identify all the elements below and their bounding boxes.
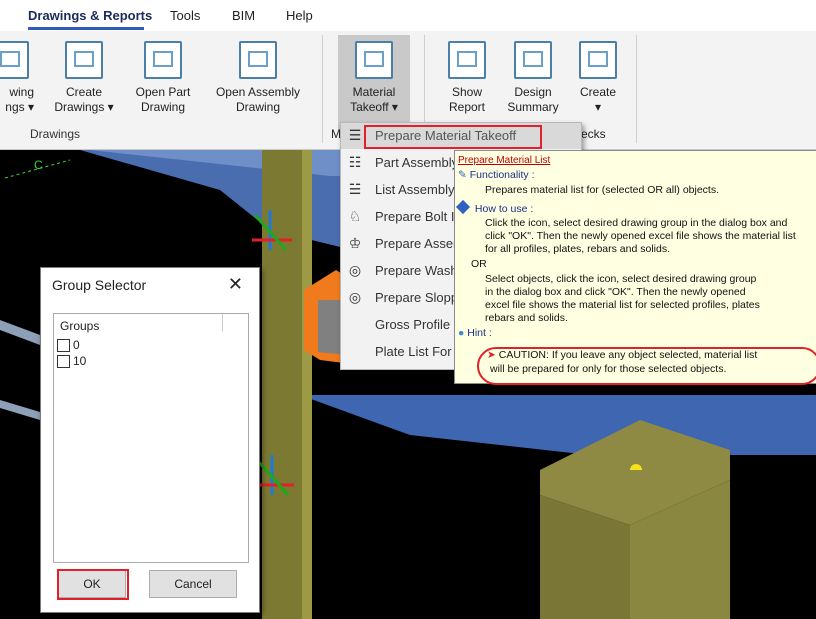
create-drawings-button[interactable]: Create Drawings ▾: [46, 41, 122, 115]
material-takeoff-icon: [355, 41, 393, 79]
show-report-button[interactable]: Show Report: [436, 41, 498, 115]
group-item[interactable]: 10: [57, 354, 86, 369]
assembly-icon: ♔: [348, 235, 362, 251]
group-item[interactable]: 0: [57, 338, 80, 353]
group-label-drawings: Drawings: [30, 127, 81, 141]
bolt-icon: ♘: [348, 208, 362, 224]
drawing-icon: [0, 41, 29, 79]
tab-drawings-reports[interactable]: Drawings & Reports: [28, 8, 152, 23]
tab-help[interactable]: Help: [286, 8, 313, 23]
close-icon[interactable]: ✕: [228, 274, 243, 295]
open-part-drawing-icon: [144, 41, 182, 79]
side-beam: [0, 320, 40, 345]
washer-icon: ◎: [348, 262, 362, 278]
hint-row: ● Hint :: [458, 327, 492, 339]
highlight-box: [364, 125, 542, 149]
tooltip-title: Prepare Material List: [458, 155, 551, 166]
caution-highlight: [477, 347, 816, 385]
list-assembly-icon: ☱: [348, 181, 362, 197]
tab-tools[interactable]: Tools: [170, 8, 200, 23]
checkbox[interactable]: [57, 355, 70, 369]
material-takeoff-icon: ☰: [348, 127, 362, 143]
open-part-drawing-button[interactable]: Open Part Drawing: [128, 41, 198, 115]
how-line: for all profiles, plates, rebars and sol…: [485, 243, 671, 255]
slope-washer-icon: ◎: [348, 289, 362, 305]
side-beam: [0, 400, 40, 420]
grid-axis-label: C: [34, 158, 43, 172]
how-line: in the dialog box and click "OK". Then t…: [485, 286, 746, 298]
active-tab-indicator: [28, 27, 144, 30]
groups-list: Groups 0 10: [53, 313, 249, 563]
lower-beam: [300, 395, 816, 455]
how-line: Select objects, click the icon, select d…: [485, 273, 757, 285]
lightbulb-icon: ●: [458, 327, 465, 339]
how-to-use-row: How to use :: [455, 199, 533, 216]
drawings-button[interactable]: wing ngs ▾: [0, 41, 34, 115]
column: [262, 150, 302, 619]
menu-item-prepare-material-takeoff[interactable]: ☰ Prepare Material Takeoff: [341, 123, 581, 149]
how-line: rebars and solids.: [485, 312, 568, 324]
functionality-row: ✎ Functionality :: [458, 169, 535, 181]
command-tooltip: Prepare Material List ✎ Functionality : …: [454, 150, 816, 385]
part-assembly-icon: ☷: [348, 154, 362, 170]
tab-bim[interactable]: BIM: [232, 8, 255, 23]
ok-highlight-box: [57, 569, 129, 600]
create-drawings-icon: [65, 41, 103, 79]
group-label-checks: ecks: [581, 127, 606, 141]
open-assembly-drawing-icon: [239, 41, 277, 79]
or-label: OR: [471, 258, 487, 270]
how-line: click "OK". Then the newly opened excel …: [485, 230, 796, 242]
column-separator: [222, 314, 223, 331]
diamond-icon: [455, 199, 471, 215]
how-line: Click the icon, select desired drawing g…: [485, 217, 788, 229]
design-summary-button[interactable]: Design Summary: [500, 41, 566, 115]
column-face: [302, 150, 312, 619]
ribbon-separator: [322, 35, 323, 143]
how-line: excel file shows the material list for s…: [485, 299, 760, 311]
ribbon-separator: [636, 35, 637, 143]
groups-column-header: Groups: [60, 319, 100, 333]
design-summary-icon: [514, 41, 552, 79]
create-icon: [579, 41, 617, 79]
create-button[interactable]: Create ▾: [570, 41, 626, 115]
show-report-icon: [448, 41, 486, 79]
material-takeoff-button[interactable]: Material Takeoff ▾: [338, 35, 410, 131]
checkbox[interactable]: [57, 339, 70, 353]
pencil-icon: ✎: [458, 169, 467, 181]
group-selector-dialog: Group Selector ✕ Groups 0 10 OK Cancel: [40, 267, 260, 613]
open-assembly-drawing-button[interactable]: Open Assembly Drawing: [206, 41, 310, 115]
cancel-button[interactable]: Cancel: [149, 570, 237, 598]
functionality-text: Prepares material list for (selected OR …: [485, 184, 719, 196]
dialog-title: Group Selector: [52, 277, 147, 293]
